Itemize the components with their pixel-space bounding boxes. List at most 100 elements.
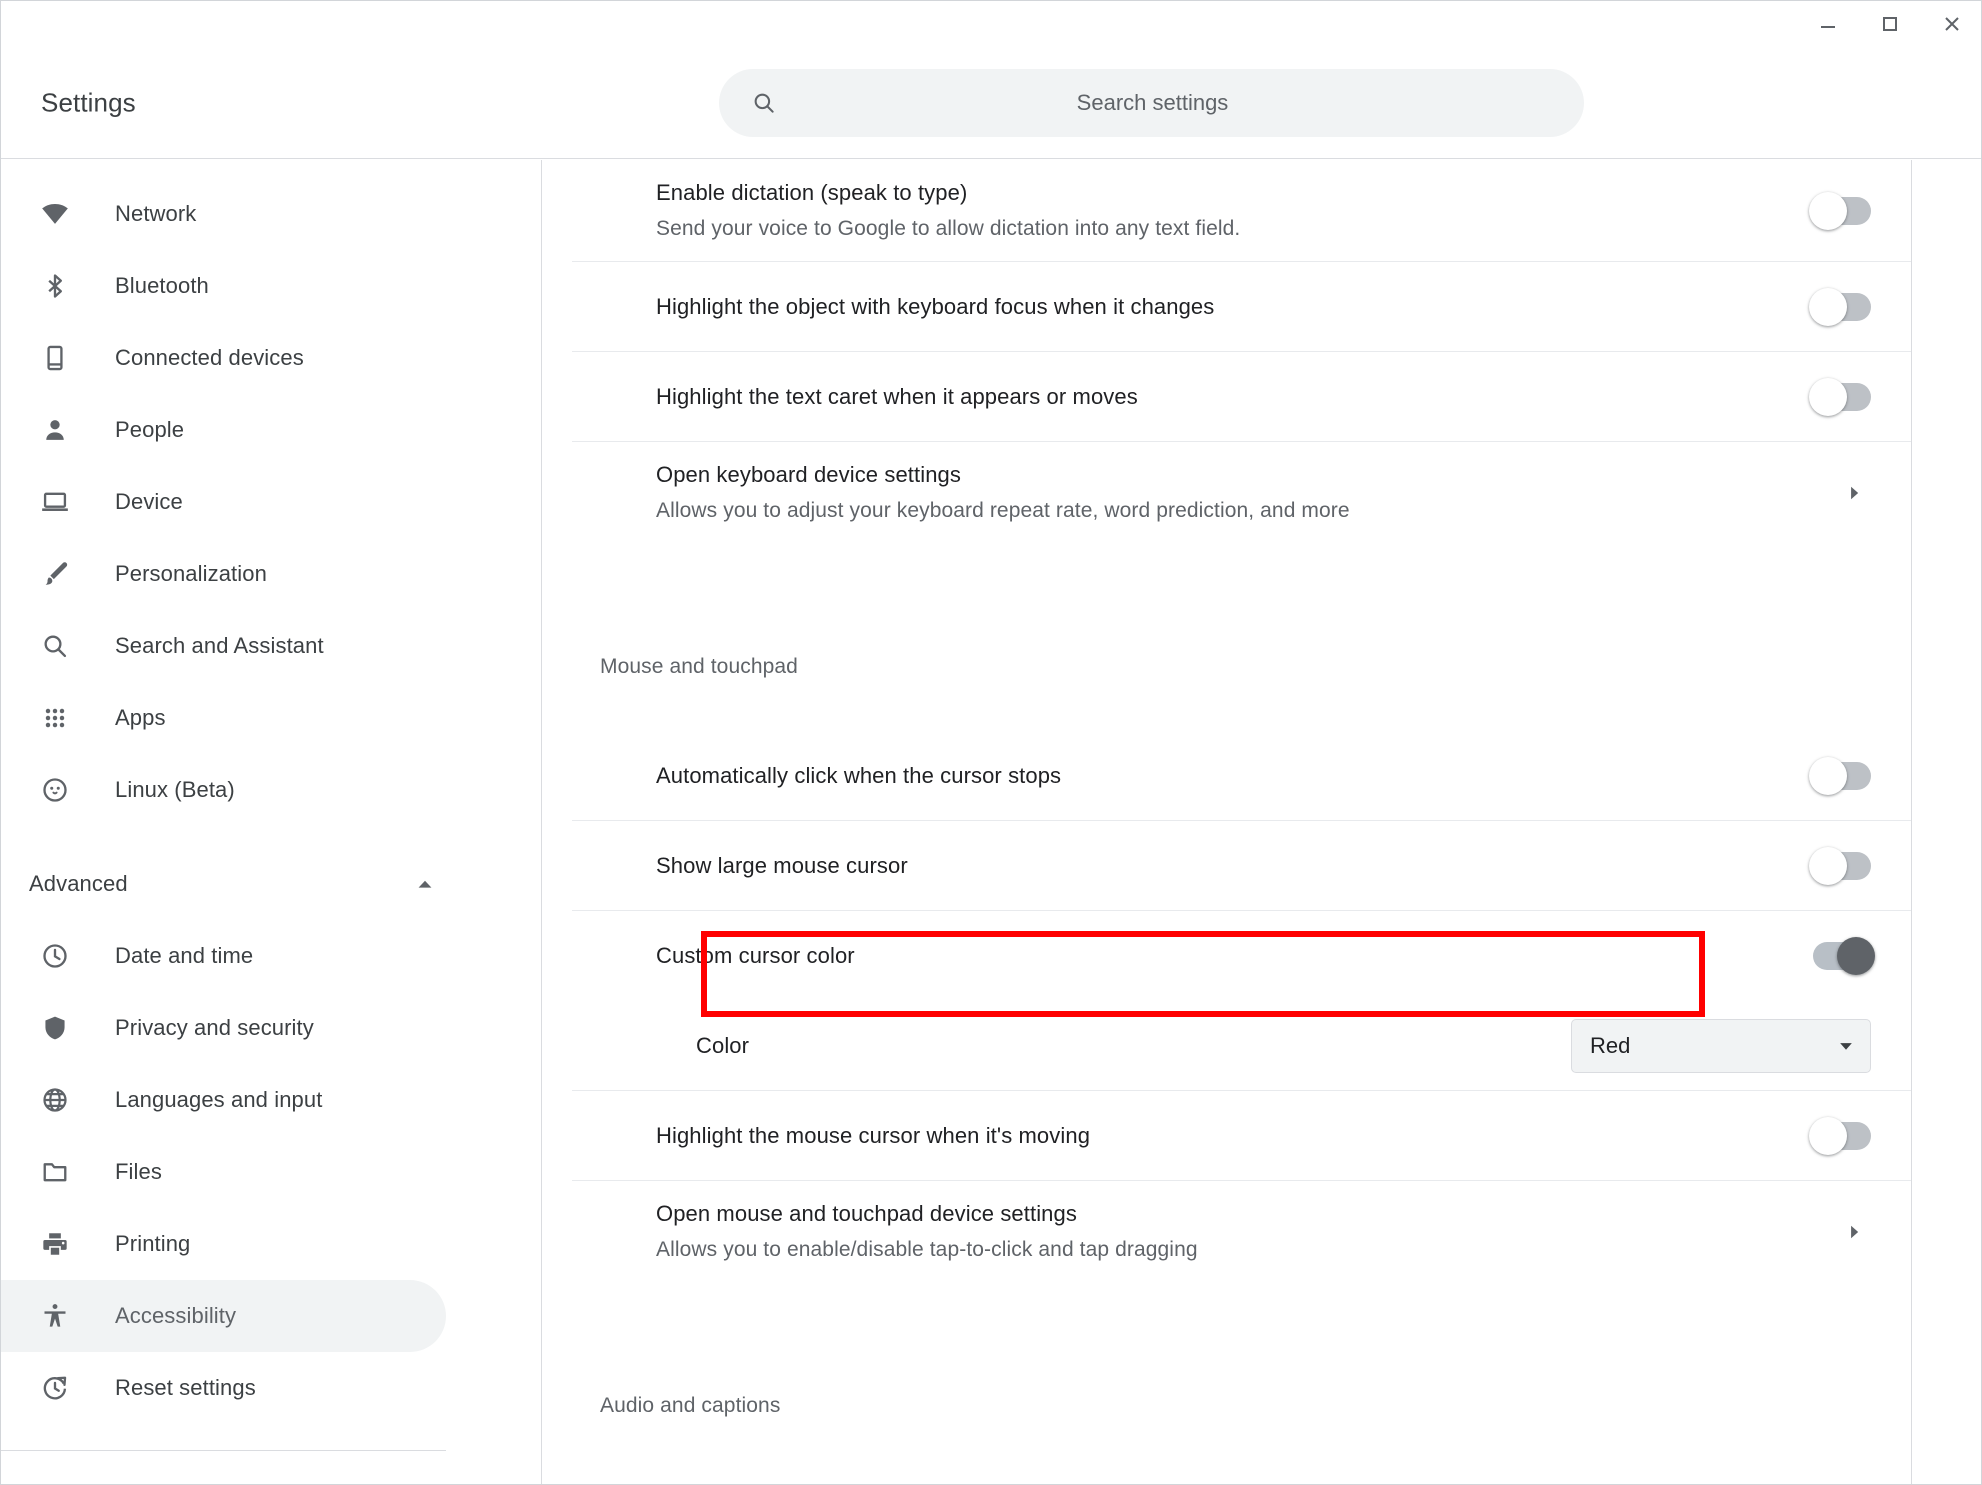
sidebar-item-label: People [115,417,185,442]
section-heading-mouse-and-touchpad: Mouse and touchpad [600,655,798,679]
toggle-highlight-text-caret[interactable] [1809,377,1871,416]
search-icon [751,90,777,116]
clock-icon [35,936,75,976]
setting-row-automatically-click[interactable]: Automatically click when the cursor stop… [572,731,1911,822]
setting-row-open-mouse-touchpad-device-settings[interactable]: Open mouse and touchpad device settings … [572,1181,1911,1282]
minimize-icon[interactable] [1797,2,1859,46]
printer-icon [35,1224,75,1264]
sidebar-item-bluetooth[interactable]: Bluetooth [1,250,446,322]
row-text: Highlight the text caret when it appears… [656,364,1813,430]
setting-row-show-large-mouse-cursor[interactable]: Show large mouse cursor [572,821,1911,912]
sidebar-item-people[interactable]: People [1,394,446,466]
wifi-icon [35,194,75,234]
search-icon [35,626,75,666]
search-input[interactable] [777,89,1584,116]
row-title: Highlight the text caret when it appears… [656,383,1138,409]
row-text: Automatically click when the cursor stop… [656,743,1813,809]
row-title: Enable dictation (speak to type) [656,180,968,205]
linux-penguin-icon [35,770,75,810]
chevron-up-icon [414,873,436,895]
sidebar-item-label: Printing [115,1231,191,1256]
sidebar-item-label: Linux (Beta) [115,777,235,802]
sidebar-advanced-toggle[interactable]: Advanced [1,848,541,920]
row-text: Show large mouse cursor [656,833,1813,899]
person-icon [35,410,75,450]
sidebar-item-privacy-and-security[interactable]: Privacy and security [1,992,446,1064]
setting-row-open-keyboard-device-settings[interactable]: Open keyboard device settings Allows you… [572,442,1911,543]
sidebar-item-label: Bluetooth [115,273,209,298]
sidebar-item-personalization[interactable]: Personalization [1,538,446,610]
accessibility-icon [35,1296,75,1336]
sidebar-item-accessibility[interactable]: Accessibility [1,1280,446,1352]
row-text: Color [696,1013,1571,1079]
bluetooth-icon [35,266,75,306]
sidebar-item-label: Network [115,201,197,226]
sidebar-item-connected-devices[interactable]: Connected devices [1,322,446,394]
sidebar-advanced-label: Advanced [29,871,128,896]
section-heading-audio-and-captions: Audio and captions [600,1394,781,1418]
page-title: Settings [41,87,136,117]
toggle-highlight-keyboard-focus[interactable] [1809,287,1871,326]
sidebar-item-label: Apps [115,705,166,730]
row-title: Custom cursor color [656,943,855,969]
sidebar-item-linux-beta[interactable]: Linux (Beta) [1,754,446,826]
sidebar-item-label: Connected devices [115,345,304,370]
row-text: Open keyboard device settings Allows you… [656,442,1837,543]
close-icon[interactable] [1921,2,1981,46]
setting-row-enable-dictation[interactable]: Enable dictation (speak to type) Send yo… [572,160,1911,263]
sidebar-item-printing[interactable]: Printing [1,1208,446,1280]
toggle-highlight-mouse-cursor[interactable] [1809,1116,1871,1155]
settings-header: Settings [1,47,1981,159]
sidebar-item-label: Languages and input [115,1087,323,1112]
setting-row-custom-cursor-color[interactable]: Custom cursor color [572,911,1911,1001]
sidebar: Network Bluetooth Connected devices Peop… [1,160,541,1484]
row-title: Open keyboard device settings [656,462,961,488]
globe-icon [35,1080,75,1120]
sidebar-divider [1,1450,446,1451]
setting-row-captions[interactable]: Captions [572,1470,1911,1484]
row-subtitle: Send your voice to Google to allow dicta… [656,216,1241,240]
toggle-show-large-mouse-cursor[interactable] [1809,846,1871,885]
arrow-right-icon[interactable] [1837,1215,1871,1249]
sidebar-item-about-chrome-os[interactable]: About Chrome OS [1,1477,541,1484]
sidebar-item-label: Privacy and security [115,1015,314,1040]
row-subtitle: Allows you to enable/disable tap-to-clic… [656,1237,1198,1261]
setting-row-highlight-mouse-cursor[interactable]: Highlight the mouse cursor when it's mov… [572,1091,1911,1182]
phone-icon [35,338,75,378]
sidebar-item-languages-and-input[interactable]: Languages and input [1,1064,446,1136]
sidebar-item-files[interactable]: Files [1,1136,446,1208]
toggle-automatically-click[interactable] [1809,756,1871,795]
brush-icon [35,554,75,594]
row-title: Show large mouse cursor [656,852,908,878]
sidebar-item-reset-settings[interactable]: Reset settings [1,1352,446,1424]
row-text: Highlight the object with keyboard focus… [656,274,1813,340]
sidebar-item-label: Date and time [115,943,254,968]
toggle-enable-dictation[interactable] [1809,191,1871,230]
row-text: Highlight the mouse cursor when it's mov… [656,1103,1813,1169]
folder-icon [35,1152,75,1192]
sidebar-item-label: Reset settings [115,1375,256,1400]
arrow-right-icon[interactable] [1837,476,1871,510]
sidebar-item-device[interactable]: Device [1,466,446,538]
sidebar-item-network[interactable]: Network [1,178,446,250]
sidebar-item-label: Accessibility [115,1303,237,1328]
cursor-color-value: Red [1590,1032,1631,1058]
cursor-color-dropdown[interactable]: Red [1571,1018,1871,1073]
apps-grid-icon [35,698,75,738]
sidebar-item-label: Search and Assistant [115,633,324,658]
color-dropdown-row[interactable]: Color Red [572,1001,1911,1092]
chevron-down-icon [1836,1036,1856,1056]
row-text: Custom cursor color [656,923,1813,989]
setting-row-highlight-text-caret[interactable]: Highlight the text caret when it appears… [572,352,1911,443]
search-box[interactable] [719,68,1584,137]
sidebar-item-search-and-assistant[interactable]: Search and Assistant [1,610,446,682]
toggle-custom-cursor-color[interactable] [1813,937,1875,976]
setting-row-highlight-keyboard-focus[interactable]: Highlight the object with keyboard focus… [572,262,1911,353]
color-label: Color [696,1032,750,1058]
maximize-icon[interactable] [1859,2,1921,46]
sidebar-item-apps[interactable]: Apps [1,682,446,754]
sidebar-item-date-and-time[interactable]: Date and time [1,920,446,992]
row-subtitle: Allows you to adjust your keyboard repea… [656,498,1350,522]
